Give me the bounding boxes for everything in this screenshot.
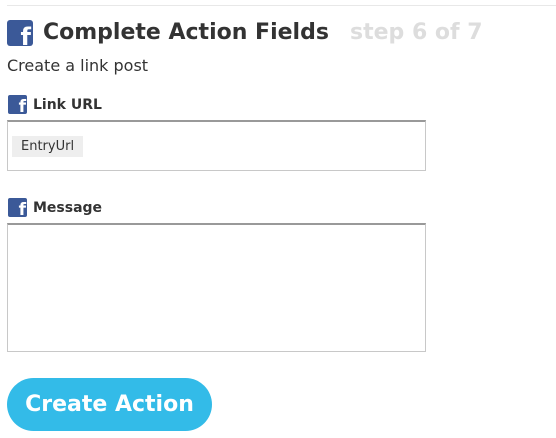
action-subtitle: Create a link post	[7, 56, 149, 75]
create-action-button[interactable]: Create Action	[7, 378, 212, 431]
link-url-field[interactable]: EntryUrl	[7, 120, 426, 171]
top-divider	[7, 5, 556, 6]
link-url-label-text: Link URL	[33, 97, 102, 113]
message-field[interactable]	[7, 223, 426, 352]
step-indicator: step 6 of 7	[350, 20, 483, 45]
facebook-icon: f	[8, 95, 27, 114]
facebook-icon: f	[8, 198, 27, 217]
page-header: f Complete Action Fields step 6 of 7	[7, 19, 556, 47]
entry-url-ingredient-token[interactable]: EntryUrl	[12, 136, 84, 157]
complete-action-fields-page: f Complete Action Fields step 6 of 7 Cre…	[0, 0, 556, 438]
facebook-icon: f	[7, 20, 33, 46]
message-label-text: Message	[33, 200, 103, 216]
page-title: Complete Action Fields	[43, 20, 329, 45]
